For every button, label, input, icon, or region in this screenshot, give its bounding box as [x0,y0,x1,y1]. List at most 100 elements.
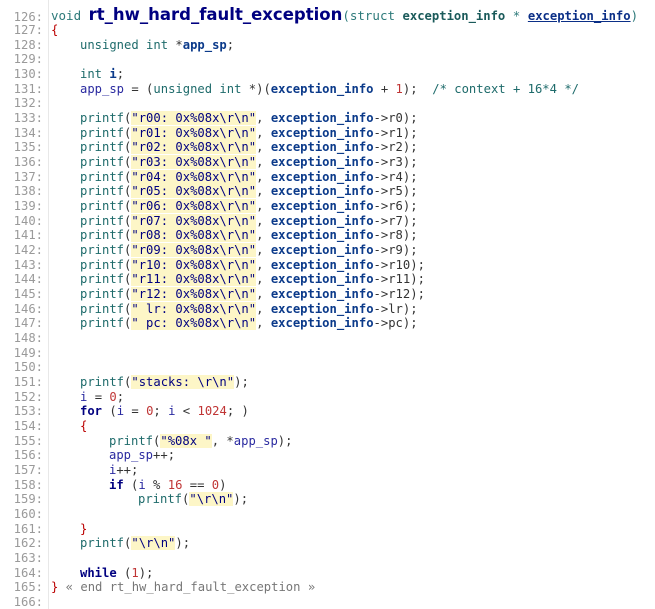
code-line[interactable]: 149: [0,346,51,361]
line-number: 153: [13,404,43,419]
code-token: , [256,272,271,287]
line-number: 136: [13,155,43,170]
code-line[interactable]: 138: printf("r05: 0x%08x\r\n", exception_… [0,184,418,199]
code-token: app_sp [80,81,132,96]
code-token: ->r4); [373,169,418,184]
code-line[interactable]: 132: [0,96,51,111]
line-number: 145: [13,287,43,302]
function-signature-line[interactable]: 126: void rt_hw_hard_fault_exception(stru… [0,5,638,25]
code-line[interactable]: 146: printf(" lr: 0x%08x\r\n", exception_… [0,301,418,317]
code-line[interactable]: 131: app_sp = (unsigned int *)(exception_… [0,82,579,97]
code-token: ->r5); [373,184,418,199]
code-line[interactable]: 139: printf("r06: 0x%08x\r\n", exception_… [0,199,418,214]
code-line[interactable]: 133: printf("r00: 0x%08x\r\n", exception_… [0,111,418,126]
code-line[interactable]: 157: i++; [0,463,139,478]
line-number: 154: [13,419,43,434]
code-line[interactable]: 127: { [0,23,59,38]
code-token: "%08x " [160,433,212,448]
code-line[interactable]: 144: printf("r11: 0x%08x\r\n", exception_… [0,272,425,287]
code-token: "r06: 0x%08x\r\n" [131,199,257,214]
code-line[interactable]: 136: printf("r03: 0x%08x\r\n", exception_… [0,155,418,170]
line-number: 142: [13,243,43,258]
code-line[interactable]: 140: printf("r07: 0x%08x\r\n", exception_… [0,213,418,229]
code-line[interactable]: 163: [0,551,51,566]
code-line[interactable]: 162: printf("\r\n"); [0,536,190,551]
code-token: exception_info [270,169,374,184]
code-line[interactable]: 159: printf("\r\n"); [0,492,248,507]
line-number: 156: [13,448,43,463]
code-token: exception_info [270,243,374,258]
code-token: printf [80,257,125,272]
code-line[interactable]: 142: printf("r09: 0x%08x\r\n", exception_… [0,243,418,258]
code-token: app_sp [233,433,278,448]
code-token: , [256,125,271,140]
code-token: ( [342,8,350,23]
code-line[interactable]: 154: { [0,419,88,434]
code-line[interactable]: 135: printf("r02: 0x%08x\r\n", exception_… [0,140,418,155]
line-number: 132: [13,96,43,111]
code-line[interactable]: 137: printf("r04: 0x%08x\r\n", exception_… [0,169,418,185]
code-token: exception_info [402,9,506,23]
code-token: i [80,389,95,404]
code-line[interactable]: 155: printf("%08x ", *app_sp); [0,433,292,449]
code-token: i [138,477,154,492]
code-editor[interactable]: 126: void rt_hw_hard_fault_exception(stru… [0,0,655,609]
code-token: exception_info [270,272,374,287]
code-token: ->r12); [373,287,425,302]
line-number: 146: [13,301,43,316]
code-line[interactable]: 143: printf("r10: 0x%08x\r\n", exception_… [0,257,425,273]
code-line[interactable]: 150: [0,360,51,375]
code-line[interactable]: 128: unsigned int *app_sp; [0,38,234,53]
code-token: "\r\n" [189,492,234,507]
line-number: 140: [13,213,43,228]
line-number: 163: [13,551,43,566]
code-token: < [182,404,198,419]
line-number: 143: [13,257,43,272]
code-line[interactable]: 141: printf("r08: 0x%08x\r\n", exception_… [0,228,418,243]
code-line[interactable]: 165:} « end rt_hw_hard_fault_exception » [0,580,316,595]
code-token: 16 [167,477,183,492]
code-token: ); [233,492,249,507]
code-line[interactable]: 153: for (i = 0; i < 1024; ) [0,404,249,419]
code-token: ++; [153,448,176,463]
line-number: 129: [13,52,43,67]
code-token: for [80,404,110,419]
line-number: 158: [13,477,43,492]
code-token: exception_info [270,140,374,155]
code-token: ; [226,37,235,52]
code-line[interactable]: 156: app_sp++; [0,448,175,463]
code-token: exception_info [270,301,374,316]
code-line[interactable]: 134: printf("r01: 0x%08x\r\n", exception_… [0,125,418,141]
code-token: "r12: 0x%08x\r\n" [131,287,257,302]
code-token: ; ) [226,404,249,419]
code-line[interactable]: 129: [0,52,51,67]
code-line[interactable]: 130: int i; [0,67,124,82]
code-line[interactable]: 161:} [0,522,88,537]
code-token: rt_hw_hard_fault_exception [88,5,343,24]
code-line[interactable]: 151: printf("stacks: \r\n"); [0,375,249,390]
code-line[interactable]: 147: printf(" pc: 0x%08x\r\n", exception_… [0,316,418,331]
code-token: "r05: 0x%08x\r\n" [131,184,257,199]
code-token: 1 [395,81,403,96]
code-line[interactable]: 152: i = 0; [0,390,124,405]
line-number: 164: [13,565,43,580]
code-token: "\r\n" [131,536,176,551]
line-number: 128: [13,37,43,52]
code-token: ->r2); [373,140,418,155]
code-token: *)( [248,81,271,96]
code-token: printf [80,228,125,243]
code-line[interactable]: 160: [0,507,51,522]
code-token: ) [219,477,227,492]
code-token: , [256,155,271,170]
code-line[interactable]: 148: [0,331,51,346]
code-line[interactable]: 164: while (1); [0,565,154,581]
code-token: , [256,243,271,258]
code-line[interactable]: 166: [0,595,51,609]
code-token: printf [80,272,125,287]
code-token: ->lr); [373,301,418,316]
line-number: 155: [13,433,43,448]
code-line[interactable]: 158: if (i % 16 == 0) [0,477,227,493]
code-line[interactable]: 145: printf("r12: 0x%08x\r\n", exception_… [0,287,425,302]
code-token: , [256,140,271,155]
code-token: ->r6); [373,199,418,214]
